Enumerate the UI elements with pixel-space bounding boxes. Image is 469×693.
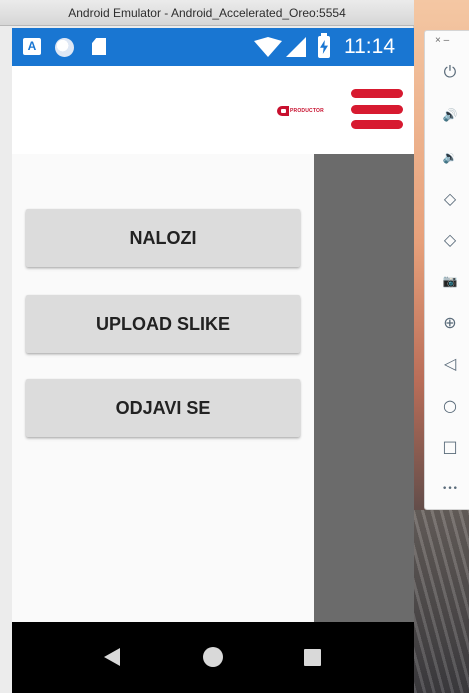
app-header: PRODUCTOR	[12, 66, 414, 154]
nalozi-button[interactable]: NALOZI	[26, 209, 300, 267]
window-titlebar[interactable]: Android Emulator - Android_Accelerated_O…	[0, 0, 414, 26]
logo-text: PRODUCTOR	[290, 108, 324, 114]
charging-bolt-icon	[320, 40, 328, 54]
hamburger-menu-icon[interactable]	[351, 89, 403, 129]
more-icon[interactable]: •••	[441, 480, 459, 498]
circle-icon	[55, 38, 74, 57]
status-time: 11:14	[344, 35, 395, 58]
productor-logo: PRODUCTOR	[277, 106, 325, 116]
odjavi-se-button[interactable]: ODJAVI SE	[26, 379, 300, 437]
back-icon[interactable]	[104, 648, 120, 666]
battery-charging-icon	[318, 33, 330, 58]
volume-up-icon[interactable]: 🔊	[441, 106, 459, 124]
toolbar-window-controls[interactable]: × –	[435, 35, 449, 46]
home-icon[interactable]: ○	[441, 397, 459, 415]
window-title: Android Emulator - Android_Accelerated_O…	[68, 5, 346, 20]
wifi-icon	[254, 37, 282, 57]
status-bar: A 11:14	[12, 28, 414, 66]
hamburger-line	[351, 104, 403, 114]
overview-icon[interactable]: □	[441, 438, 459, 456]
zoom-icon[interactable]: ⊕	[441, 314, 459, 332]
sd-card-icon	[92, 38, 106, 55]
volume-down-icon[interactable]: 🔉	[441, 148, 459, 166]
signal-icon	[286, 37, 306, 57]
android-screen: A 11:14 PRODUCTOR NALOZI UPLOAD SLIKE OD…	[12, 28, 414, 693]
emulator-toolbar: × – ⏻ 🔊 🔉 ◇ ◇ 📷 ⊕ ◁ ○ □ •••	[424, 30, 469, 510]
navigation-bar	[12, 622, 414, 693]
camera-icon[interactable]: 📷	[441, 272, 459, 290]
rotate-right-icon[interactable]: ◇	[441, 231, 459, 249]
power-icon[interactable]: ⏻	[441, 63, 459, 81]
rotate-left-icon[interactable]: ◇	[441, 190, 459, 208]
back-icon[interactable]: ◁	[441, 355, 459, 373]
hamburger-line	[351, 89, 403, 98]
home-icon[interactable]	[203, 647, 223, 667]
hamburger-line	[351, 120, 403, 129]
drawer-scrim[interactable]	[314, 154, 414, 622]
logo-mark-icon	[277, 106, 289, 116]
emulator-window: Android Emulator - Android_Accelerated_O…	[0, 0, 414, 693]
recents-icon[interactable]	[304, 649, 321, 666]
drawer-content: NALOZI UPLOAD SLIKE ODJAVI SE	[12, 154, 414, 622]
android-a-icon: A	[23, 38, 41, 55]
upload-slike-button[interactable]: UPLOAD SLIKE	[26, 295, 300, 353]
